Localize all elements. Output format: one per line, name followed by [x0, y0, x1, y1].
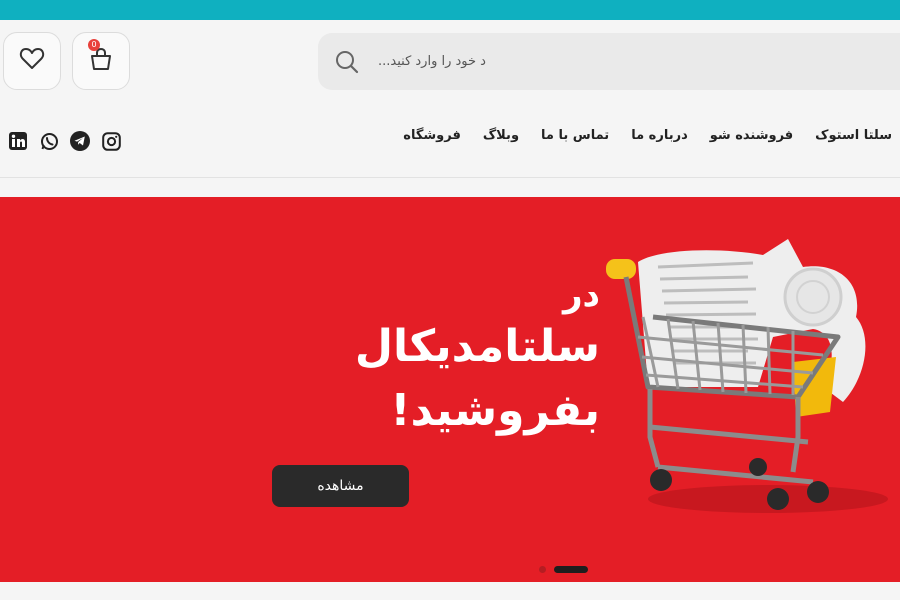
- nav-item-about[interactable]: درباره ما: [631, 128, 688, 143]
- nav-item-contact[interactable]: تماس با ما: [541, 128, 609, 143]
- site-header: 0: [0, 20, 900, 105]
- nav-item-selta-stock[interactable]: سلتا استوک: [815, 128, 892, 143]
- search-icon[interactable]: [334, 49, 360, 79]
- nav-links: فروشگاه وبلاگ تماس با ما درباره ما فروشن…: [403, 128, 892, 143]
- cart-count-badge: 0: [88, 39, 100, 51]
- slider-pagination: [539, 566, 588, 573]
- hero-banner[interactable]: در سلتامدیکال بفروشید! مشاهده: [0, 197, 900, 582]
- social-links: [8, 131, 121, 151]
- cart-button[interactable]: 0: [72, 32, 130, 90]
- whatsapp-icon[interactable]: [39, 131, 59, 151]
- main-nav: فروشگاه وبلاگ تماس با ما درباره ما فروشن…: [0, 104, 900, 178]
- nav-item-shop[interactable]: فروشگاه: [403, 128, 461, 143]
- wishlist-button[interactable]: [3, 32, 61, 90]
- search-bar: [318, 33, 900, 90]
- view-button[interactable]: مشاهده: [272, 465, 409, 507]
- instagram-icon[interactable]: [101, 131, 121, 151]
- nav-item-become-seller[interactable]: فروشنده شو: [710, 128, 793, 143]
- slider-dot-active[interactable]: [554, 566, 588, 573]
- hero-line-3: بفروشید!: [390, 385, 600, 436]
- hero-line-2: سلتامدیکال: [354, 321, 600, 372]
- shopping-cart-illustration: [606, 239, 888, 513]
- linkedin-icon[interactable]: [8, 131, 28, 151]
- page-bottom: [0, 582, 900, 600]
- nav-item-blog[interactable]: وبلاگ: [483, 128, 519, 143]
- slider-dot[interactable]: [539, 566, 546, 573]
- search-input[interactable]: [378, 33, 898, 90]
- heart-icon: [19, 47, 45, 75]
- top-accent-bar: [0, 0, 900, 20]
- hero-line-1: در: [562, 275, 600, 315]
- telegram-icon[interactable]: [70, 131, 90, 151]
